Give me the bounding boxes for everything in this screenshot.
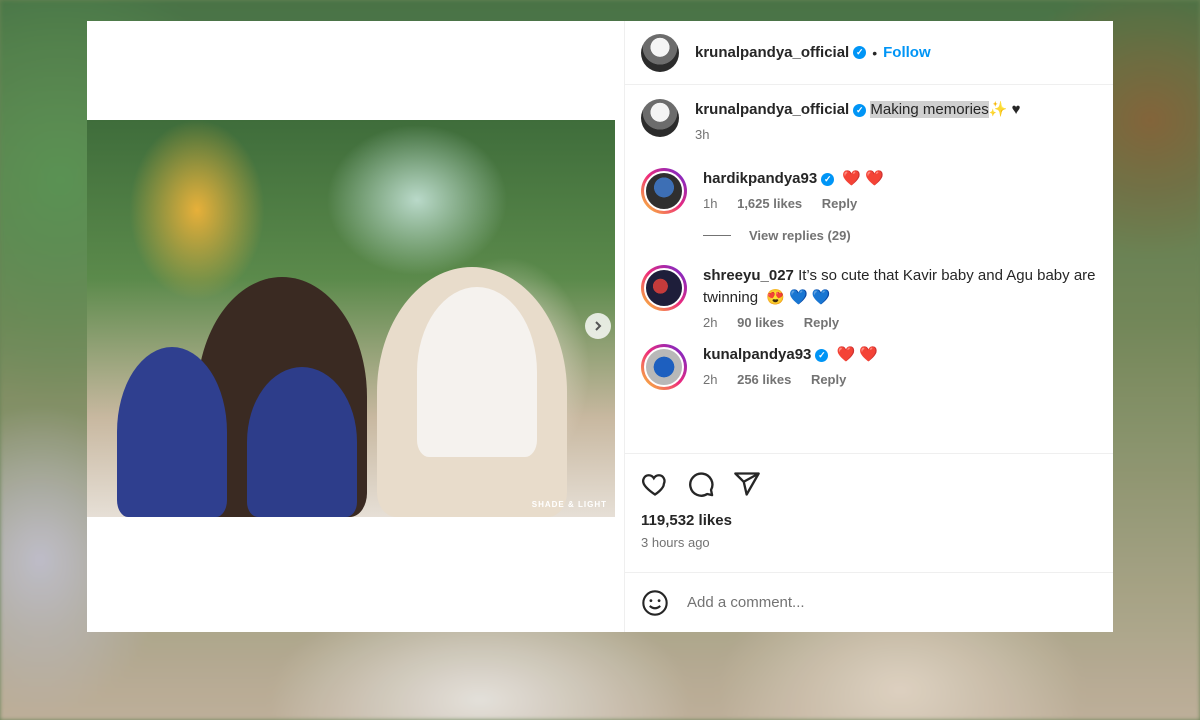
commenter-avatar[interactable] — [641, 344, 687, 390]
post-side-panel: krunalpandya_official ✓ • Follow krunalp… — [624, 21, 1113, 632]
reply-button[interactable]: Reply — [811, 372, 846, 387]
comment-emoji: 😍 💙 💙 — [766, 289, 831, 306]
comment-meta: 1h 1,625 likes Reply — [703, 196, 1097, 211]
caption-time: 3h — [695, 127, 710, 142]
verified-badge-icon: ✓ — [815, 348, 829, 362]
post-actions: 119,532 likes 3 hours ago — [625, 453, 1113, 572]
next-image-button[interactable] — [585, 313, 611, 339]
media-pane: SHADE & LIGHT — [87, 21, 624, 632]
comment-time: 2h — [703, 315, 718, 330]
photo-figure — [247, 367, 357, 517]
comment-username[interactable]: kunalpandya93 — [703, 346, 811, 363]
verified-badge-icon: ✓ — [821, 172, 835, 186]
comment-likes[interactable]: 1,625 likes — [737, 196, 802, 211]
comment-likes[interactable]: 90 likes — [737, 315, 784, 330]
comment-username[interactable]: shreeyu_027 — [703, 267, 794, 284]
heart-icon[interactable] — [641, 470, 669, 498]
comment-username[interactable]: hardikpandya93 — [703, 170, 817, 187]
photo-figure — [417, 287, 537, 457]
comment-text: ❤️ ❤️ — [842, 170, 884, 187]
caption-emoji: ✨ ♥ — [988, 101, 1021, 118]
post-header: krunalpandya_official ✓ • Follow — [625, 21, 1113, 85]
comment-meta: 2h 256 likes Reply — [703, 372, 1097, 387]
comment: kunalpandya93 ✓ ❤️ ❤️ 2h 256 likes Reply — [641, 344, 1097, 390]
verified-badge-icon: ✓ — [853, 103, 867, 117]
comment-time: 1h — [703, 196, 718, 211]
comment-icon[interactable] — [687, 470, 715, 498]
reply-button[interactable]: Reply — [804, 315, 839, 330]
view-replies-button[interactable]: View replies (29) — [703, 228, 1097, 243]
view-replies-label: View replies (29) — [749, 228, 851, 243]
photo-watermark: SHADE & LIGHT — [531, 500, 607, 509]
emoji-icon[interactable] — [641, 589, 669, 617]
author-avatar[interactable] — [641, 99, 679, 137]
photo-subjects — [117, 267, 597, 517]
commenter-avatar[interactable] — [641, 168, 687, 214]
separator-dot: • — [872, 44, 878, 61]
verified-badge-icon: ✓ — [853, 46, 867, 59]
comments-list[interactable]: krunalpandya_official ✓ Making memories✨ … — [625, 85, 1113, 453]
likes-count[interactable]: 119,532 likes — [641, 512, 1097, 529]
commenter-avatar[interactable] — [641, 265, 687, 311]
comment-time: 2h — [703, 372, 718, 387]
photo-figure — [117, 347, 227, 517]
author-avatar[interactable] — [641, 33, 679, 72]
reply-button[interactable]: Reply — [822, 196, 857, 211]
follow-button[interactable]: Follow — [883, 44, 931, 61]
comment-meta: 2h 90 likes Reply — [703, 315, 1097, 330]
comment-composer — [625, 572, 1113, 632]
share-icon[interactable] — [733, 470, 761, 498]
caption: krunalpandya_official ✓ Making memories✨ … — [641, 99, 1097, 142]
caption-username[interactable]: krunalpandya_official — [695, 101, 849, 118]
author-username[interactable]: krunalpandya_official — [695, 44, 849, 61]
action-bar — [641, 466, 1097, 502]
post-photo[interactable]: SHADE & LIGHT — [87, 120, 615, 517]
caption-text: Making memories — [870, 101, 989, 118]
caption-meta: 3h — [695, 127, 1097, 142]
comment-text: ❤️ ❤️ — [836, 346, 879, 363]
replies-divider — [703, 235, 731, 236]
chevron-right-icon — [595, 321, 602, 331]
post-modal: SHADE & LIGHT krunalpandya_official ✓ • … — [87, 21, 1113, 632]
comment-input[interactable] — [687, 594, 1067, 611]
comment: hardikpandya93 ✓ ❤️ ❤️ 1h 1,625 likes Rep… — [641, 168, 1097, 214]
post-timestamp: 3 hours ago — [641, 535, 710, 550]
comment-likes[interactable]: 256 likes — [737, 372, 791, 387]
comment: shreeyu_027 It’s so cute that Kavir baby… — [641, 265, 1097, 330]
